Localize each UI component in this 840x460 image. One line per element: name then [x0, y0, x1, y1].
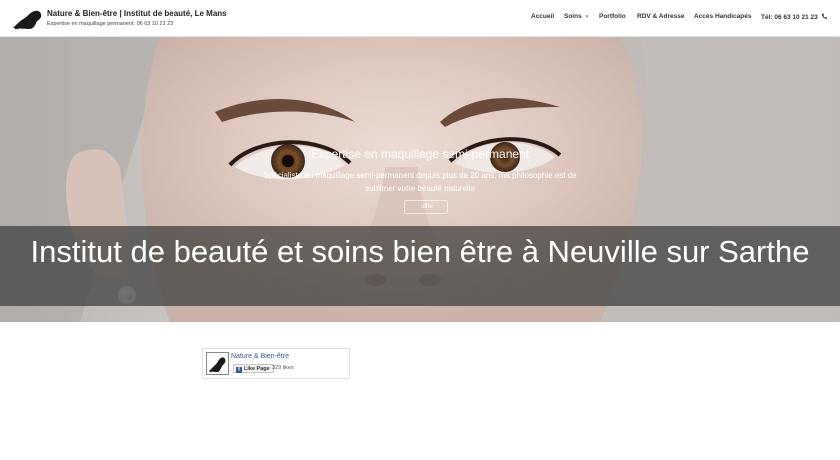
- nav-soins[interactable]: Soins ▾: [564, 13, 588, 25]
- nav-acces-label: Accès Handicapés: [694, 13, 752, 20]
- site-header: Nature & Bien-être | Institut de beauté,…: [0, 0, 840, 37]
- facebook-likes-count: 329 likes: [272, 365, 294, 371]
- phone-icon: [821, 13, 827, 19]
- facebook-like-button[interactable]: f Like Page: [233, 364, 274, 373]
- facebook-page-name[interactable]: Nature & Bien-être: [231, 353, 289, 360]
- nav-portfolio-label: Portfolio: [599, 13, 626, 20]
- facebook-page-avatar[interactable]: [206, 352, 229, 375]
- nav-acces-handicapes[interactable]: Accès Handicapés: [694, 13, 751, 25]
- woman-silhouette-icon[interactable]: [11, 8, 43, 30]
- nav-rdv-label: RDV & Adresse: [637, 13, 685, 20]
- hero-slider: Expertise en maquillage semi-permanent S…: [0, 37, 840, 322]
- nav-accueil-label: Accueil: [531, 13, 555, 20]
- brand-title[interactable]: Nature & Bien-être | Institut de beauté,…: [47, 9, 227, 18]
- nav-rdv-adresse[interactable]: RDV & Adresse: [637, 13, 684, 25]
- slide-title: Expertise en maquillage semi-permanent: [310, 147, 530, 161]
- nav-portfolio[interactable]: Portfolio: [599, 13, 626, 25]
- nav-soins-label: Soins: [564, 13, 582, 20]
- chevron-down-icon: ▾: [585, 14, 589, 20]
- nav-accueil[interactable]: Accueil: [531, 13, 554, 25]
- page-title: Institut de beauté et soins bien être à …: [30, 234, 810, 269]
- slide-text: Spécialiste du maquillage semi-permanent…: [263, 171, 577, 193]
- nav-tel-label: Tél: 06 63 10 21 23: [761, 14, 818, 21]
- nav-telephone[interactable]: Tél: 06 63 10 21 23: [761, 13, 827, 25]
- facebook-like-label: Like Page: [244, 366, 270, 372]
- slide-offer-button[interactable]: offre: [404, 200, 448, 214]
- brand-subtitle: Expertise en maquillage permanent: 06 63…: [47, 21, 174, 27]
- facebook-page-widget: Nature & Bien-être f Like Page 329 likes: [202, 348, 350, 379]
- facebook-icon: f: [236, 367, 242, 373]
